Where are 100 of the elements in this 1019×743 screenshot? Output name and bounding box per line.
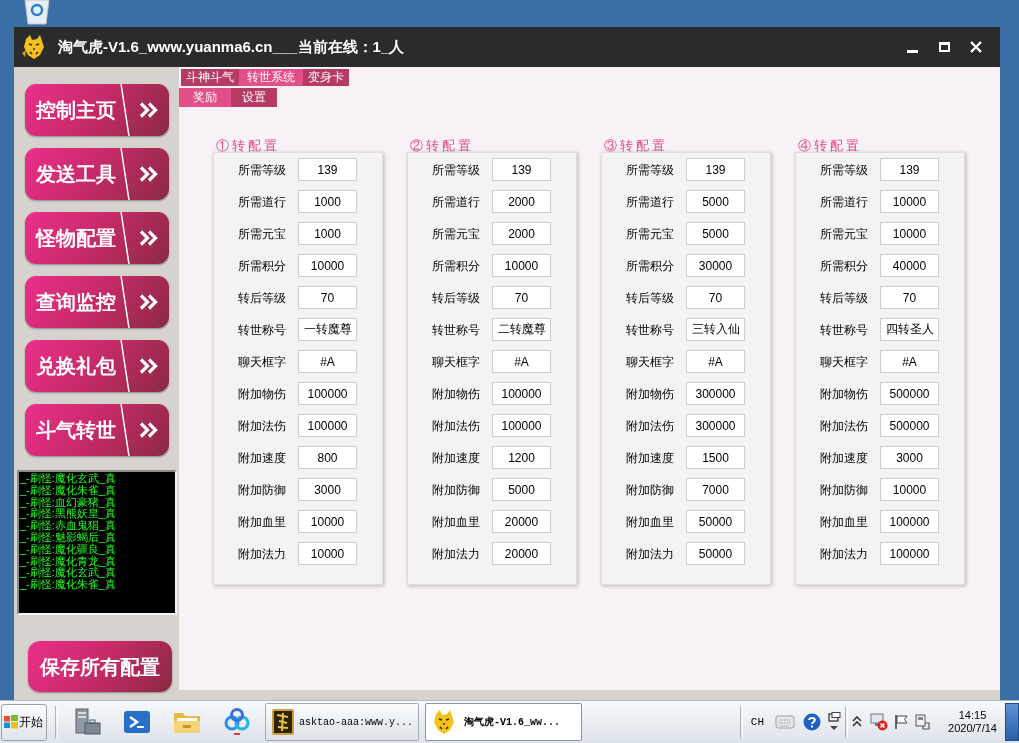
field-label: 附加血里 (626, 514, 674, 529)
server-icon[interactable] (72, 707, 102, 737)
window-caret-icon[interactable] (827, 712, 841, 732)
field-label: 所需积分 (626, 258, 674, 273)
field-label: 转世称号 (238, 322, 286, 337)
help-icon[interactable] (803, 713, 821, 731)
circles-icon[interactable] (222, 707, 252, 737)
nav-button[interactable]: 兑换礼包 (25, 340, 169, 392)
trash-bin-icon[interactable] (22, 0, 52, 25)
taskbar-window-button[interactable]: 淘气虎-V1.6_ww... (425, 703, 582, 741)
value-field[interactable]: 2000 (492, 190, 551, 213)
value-field[interactable]: 70 (492, 286, 551, 309)
value-field[interactable]: 10000 (298, 254, 357, 277)
value-field[interactable]: 100000 (492, 382, 551, 405)
value-field[interactable]: 100000 (298, 382, 357, 405)
field-label: 附加物伤 (432, 386, 480, 401)
chevron-up-icon[interactable] (852, 716, 862, 728)
value-field[interactable]: 800 (298, 446, 357, 469)
windows-flag-icon (4, 715, 18, 729)
value-field[interactable]: 10000 (298, 510, 357, 533)
value-field[interactable]: 50000 (686, 542, 745, 565)
taskbar-window-button[interactable]: asktao-aaa:www.y... (265, 703, 419, 741)
log-line: _-刷怪:魔化玄武_真 (20, 473, 116, 484)
field-label: 所需等级 (626, 162, 674, 177)
value-field[interactable]: 139 (298, 158, 357, 181)
value-field[interactable]: 100000 (880, 510, 939, 533)
value-field[interactable]: 二转魔尊 (492, 318, 551, 341)
value-field[interactable]: 1500 (686, 446, 745, 469)
show-desktop-button[interactable] (1005, 703, 1019, 741)
field-label: 转后等级 (626, 290, 674, 305)
value-field[interactable]: 3000 (880, 446, 939, 469)
value-field[interactable]: 3000 (298, 478, 357, 501)
tab[interactable]: 变身卡 (303, 69, 349, 86)
field-label: 转后等级 (238, 290, 286, 305)
save-button[interactable]: 保存所有配置 (28, 641, 172, 692)
value-field[interactable]: 139 (880, 158, 939, 181)
value-field[interactable]: 三转入仙 (686, 318, 745, 341)
field-label: 附加物伤 (820, 386, 868, 401)
value-field[interactable]: 10000 (880, 478, 939, 501)
nav-button[interactable]: 斗气转世 (25, 404, 169, 456)
field-label: 附加血里 (238, 514, 286, 529)
tab[interactable]: 转世系统 (239, 69, 303, 86)
value-field[interactable]: 10000 (492, 254, 551, 277)
field-label: 转世称号 (626, 322, 674, 337)
nav-button[interactable]: 怪物配置 (25, 212, 169, 264)
flag-icon[interactable] (894, 714, 910, 730)
nav-button[interactable]: 控制主页 (25, 84, 169, 136)
value-field[interactable]: 500000 (880, 382, 939, 405)
log-line: _-刷怪:魔化朱雀_真 (20, 579, 116, 591)
value-field[interactable]: 20000 (492, 510, 551, 533)
value-field[interactable]: 500000 (880, 414, 939, 437)
field-label: 附加血里 (820, 514, 868, 529)
value-field[interactable]: 四转圣人 (880, 318, 939, 341)
tab[interactable]: 斗神斗气 (181, 69, 239, 86)
field-label: 转世称号 (432, 322, 480, 337)
value-field[interactable]: 50000 (686, 510, 745, 533)
language-indicator[interactable]: CH (748, 713, 766, 731)
value-field[interactable]: 100000 (298, 414, 357, 437)
divider-line (119, 276, 131, 328)
value-field[interactable]: 5000 (686, 222, 745, 245)
tab[interactable]: 奖励 (179, 88, 231, 107)
log-line: _-刷怪:黑熊妖皇_真 (20, 508, 116, 521)
value-field[interactable]: 30000 (686, 254, 745, 277)
tab[interactable]: 设置 (231, 88, 277, 107)
value-field[interactable]: 1000 (298, 190, 357, 213)
value-field[interactable]: 40000 (880, 254, 939, 277)
nav-button[interactable]: 发送工具 (25, 148, 169, 200)
computer-icon[interactable] (915, 714, 931, 730)
value-field[interactable]: #A (492, 350, 551, 373)
value-field[interactable]: 7000 (686, 478, 745, 501)
value-field[interactable]: 1000 (298, 222, 357, 245)
value-field[interactable]: 100000 (880, 542, 939, 565)
clock[interactable]: 14:15 2020/7/14 (945, 709, 1000, 735)
value-field[interactable]: 5000 (492, 478, 551, 501)
value-field[interactable]: 300000 (686, 414, 745, 437)
value-field[interactable]: 300000 (686, 382, 745, 405)
clock-date: 2020/7/14 (948, 722, 997, 735)
value-field[interactable]: 10000 (880, 222, 939, 245)
nav-button[interactable]: 查询监控 (25, 276, 169, 328)
value-field[interactable]: 139 (686, 158, 745, 181)
value-field[interactable]: 139 (492, 158, 551, 181)
value-field[interactable]: 10000 (298, 542, 357, 565)
value-field[interactable]: #A (880, 350, 939, 373)
value-field[interactable]: 10000 (880, 190, 939, 213)
value-field[interactable]: 一转魔尊 (298, 318, 357, 341)
field-label: 附加法力 (820, 546, 868, 561)
value-field[interactable]: 70 (880, 286, 939, 309)
value-field[interactable]: #A (298, 350, 357, 373)
value-field[interactable]: 70 (686, 286, 745, 309)
network-icon[interactable] (870, 713, 888, 731)
value-field[interactable]: 100000 (492, 414, 551, 437)
field-label: 附加防御 (238, 482, 286, 497)
value-field[interactable]: 70 (298, 286, 357, 309)
value-field[interactable]: 20000 (492, 542, 551, 565)
value-field[interactable]: 5000 (686, 190, 745, 213)
value-field[interactable]: #A (686, 350, 745, 373)
value-field[interactable]: 2000 (492, 222, 551, 245)
start-button[interactable]: 开始 (1, 703, 47, 741)
double-chevron-icon (139, 421, 159, 439)
value-field[interactable]: 1200 (492, 446, 551, 469)
